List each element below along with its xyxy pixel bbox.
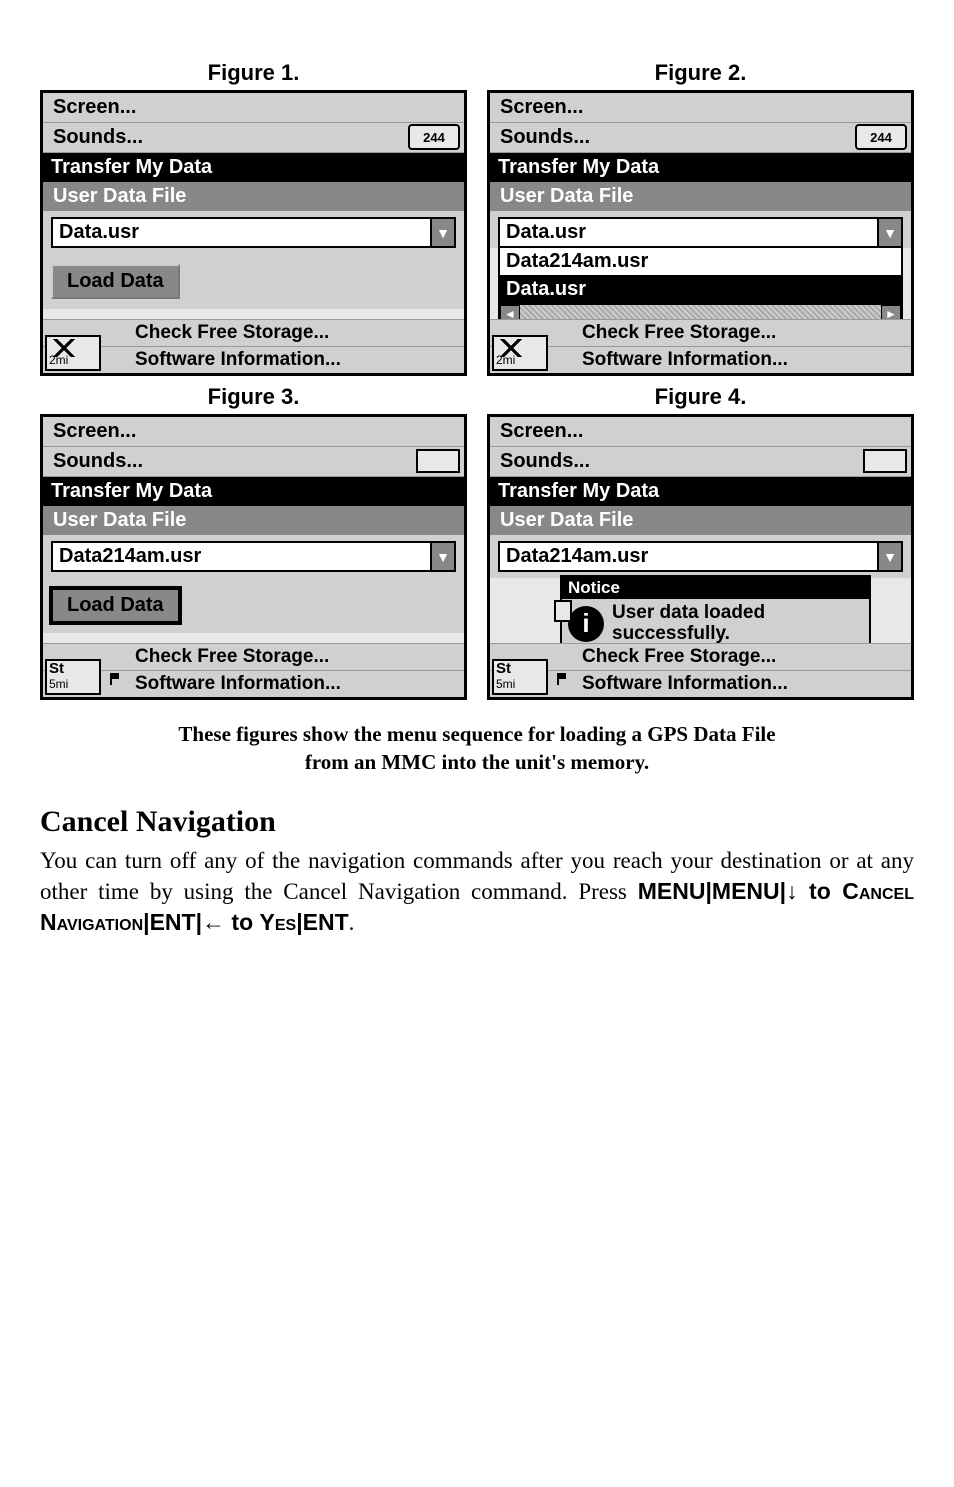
notice-title: Notice: [562, 577, 869, 599]
load-data-button[interactable]: Load Data: [51, 588, 180, 623]
menu-sounds-label: Sounds...: [53, 126, 143, 148]
battery-indicator: [416, 449, 460, 473]
battery-indicator: [863, 449, 907, 473]
user-data-file-label: User Data File: [43, 506, 464, 535]
st-label: St: [496, 660, 544, 677]
scale-value: 2mi: [496, 353, 544, 367]
map-scale-box: 2mi: [45, 335, 101, 371]
device-screen-2: Screen... Sounds... 244 Transfer My Data…: [487, 90, 914, 376]
user-data-file-label: User Data File: [490, 182, 911, 211]
check-free-storage[interactable]: Check Free Storage...: [490, 319, 911, 346]
dropdown-arrow-icon[interactable]: ▼: [430, 543, 454, 570]
lock-icon: [554, 600, 572, 622]
user-data-file-label: User Data File: [43, 182, 464, 211]
dropdown-option-datausr[interactable]: Data.usr: [500, 276, 901, 304]
scale-value: 5mi: [496, 677, 544, 691]
menu-sounds-label: Sounds...: [500, 126, 590, 148]
transfer-header: Transfer My Data: [490, 153, 911, 182]
menu-screen[interactable]: Screen...: [490, 417, 911, 447]
file-dropdown[interactable]: Data.usr ▼: [498, 217, 903, 248]
software-information[interactable]: Software Information...: [43, 346, 464, 373]
notice-message: User data loaded successfully.: [612, 603, 765, 645]
file-dropdown[interactable]: Data.usr ▼: [51, 217, 456, 248]
dropdown-arrow-icon[interactable]: ▼: [877, 219, 901, 246]
check-free-storage[interactable]: Check Free Storage...: [43, 643, 464, 670]
menu-screen[interactable]: Screen...: [43, 93, 464, 123]
battery-indicator: 244: [855, 124, 907, 150]
device-screen-4: Screen... Sounds... Transfer My Data Use…: [487, 414, 914, 700]
map-scale-box: St 5mi: [492, 659, 548, 695]
dropdown-arrow-icon[interactable]: ▼: [430, 219, 454, 246]
file-dropdown[interactable]: Data214am.usr ▼: [51, 541, 456, 572]
file-dropdown-list[interactable]: Data214am.usr Data.usr ◄ ►: [498, 248, 903, 325]
software-information[interactable]: Software Information...: [490, 346, 911, 373]
st-label: St: [49, 660, 97, 677]
flag-icon: [109, 671, 125, 687]
info-icon: i: [568, 606, 604, 642]
transfer-header: Transfer My Data: [43, 153, 464, 182]
figure-3-title: Figure 3.: [40, 384, 467, 410]
device-screen-3: Screen... Sounds... Transfer My Data Use…: [40, 414, 467, 700]
transfer-header: Transfer My Data: [490, 477, 911, 506]
map-scale-box: 2mi: [492, 335, 548, 371]
battery-value: 244: [423, 130, 445, 145]
flag-icon: [556, 671, 572, 687]
figure-1-title: Figure 1.: [40, 60, 467, 86]
section-heading: Cancel Navigation: [40, 805, 914, 839]
figure-2-title: Figure 2.: [487, 60, 914, 86]
check-free-storage[interactable]: Check Free Storage...: [490, 643, 911, 670]
dropdown-arrow-icon[interactable]: ▼: [877, 543, 901, 570]
load-data-button[interactable]: Load Data: [51, 264, 180, 299]
file-dropdown[interactable]: Data214am.usr ▼: [498, 541, 903, 572]
menu-screen[interactable]: Screen...: [43, 417, 464, 447]
software-information[interactable]: Software Information...: [43, 670, 464, 697]
user-data-file-label: User Data File: [490, 506, 911, 535]
menu-screen[interactable]: Screen...: [490, 93, 911, 123]
file-dropdown-value: Data214am.usr: [500, 543, 877, 570]
file-dropdown-value: Data.usr: [500, 219, 877, 246]
menu-sounds[interactable]: Sounds... 244: [43, 123, 464, 153]
software-information[interactable]: Software Information...: [490, 670, 911, 697]
file-dropdown-value: Data.usr: [53, 219, 430, 246]
map-scale-box: St 5mi: [45, 659, 101, 695]
battery-indicator: 244: [408, 124, 460, 150]
menu-sounds[interactable]: Sounds...: [43, 447, 464, 477]
menu-sounds-label: Sounds...: [500, 450, 590, 472]
menu-sounds-label: Sounds...: [53, 450, 143, 472]
device-screen-1: Screen... Sounds... 244 Transfer My Data…: [40, 90, 467, 376]
transfer-header: Transfer My Data: [43, 477, 464, 506]
battery-value: 244: [870, 130, 892, 145]
menu-sounds[interactable]: Sounds... 244: [490, 123, 911, 153]
check-free-storage[interactable]: Check Free Storage...: [43, 319, 464, 346]
figure-caption: These figures show the menu sequence for…: [40, 720, 914, 777]
notice-dialog: Notice i User data loaded successfully.: [560, 575, 871, 651]
body-paragraph: You can turn off any of the navigation c…: [40, 845, 914, 938]
scale-value: 5mi: [49, 677, 97, 691]
dropdown-option-data214[interactable]: Data214am.usr: [500, 248, 901, 276]
figure-4-title: Figure 4.: [487, 384, 914, 410]
scale-value: 2mi: [49, 353, 97, 367]
file-dropdown-value: Data214am.usr: [53, 543, 430, 570]
menu-sounds[interactable]: Sounds...: [490, 447, 911, 477]
